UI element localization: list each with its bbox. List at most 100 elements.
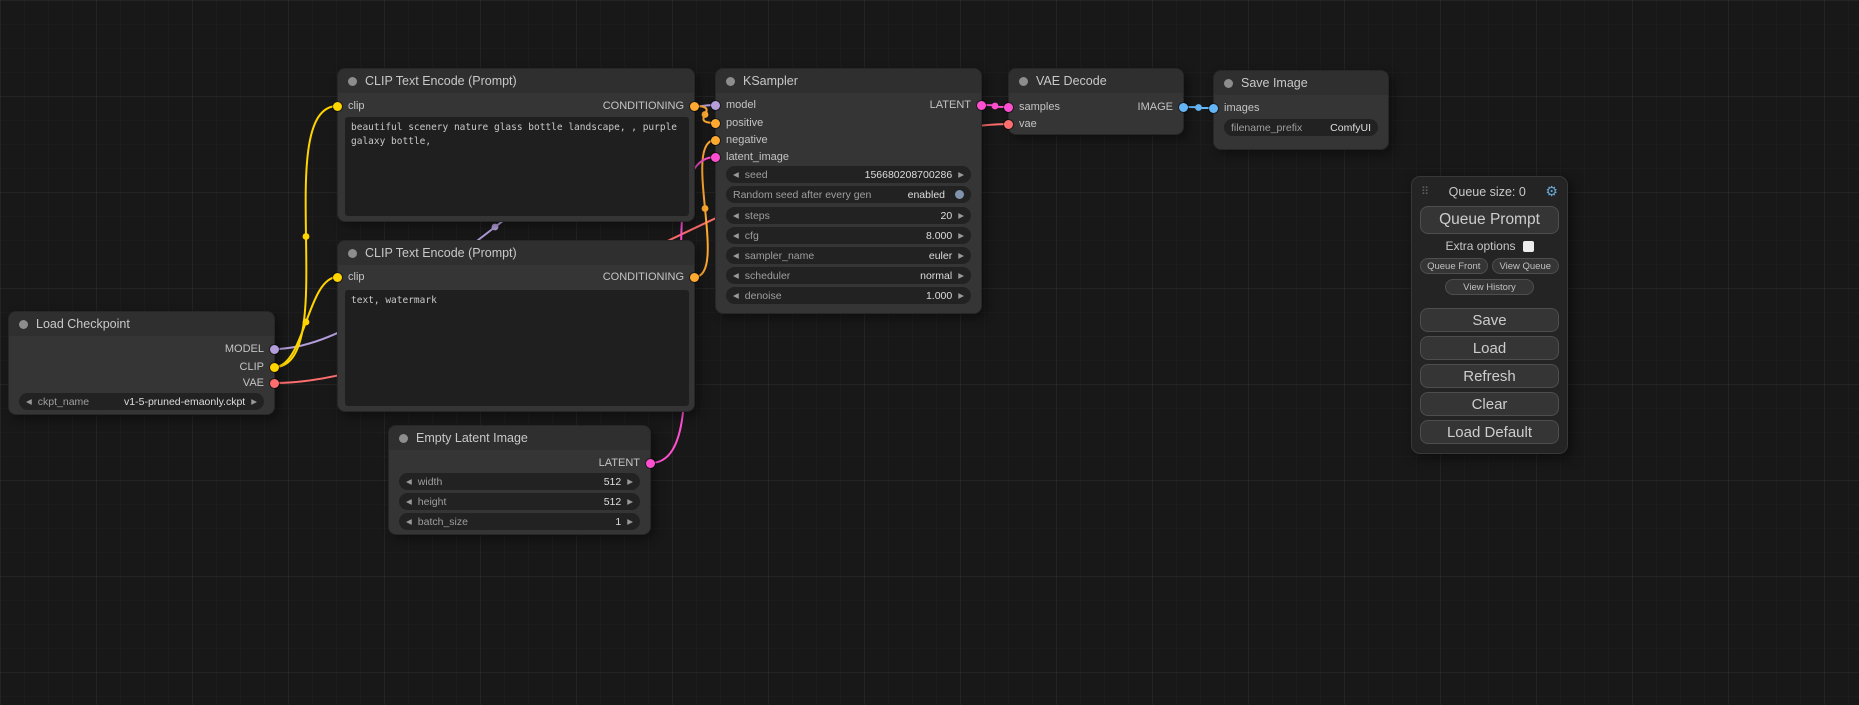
view-queue-button[interactable]: View Queue <box>1492 258 1560 274</box>
vae-input-port[interactable] <box>1004 120 1013 129</box>
increment-arrow-icon[interactable]: ▶ <box>958 251 964 260</box>
widget-value: 20 <box>941 210 953 222</box>
view-history-button[interactable]: View History <box>1445 279 1534 295</box>
decrement-arrow-icon[interactable]: ◀ <box>733 291 739 300</box>
output-port-row: MODEL <box>225 341 279 357</box>
output-port-row: IMAGE <box>1138 99 1188 115</box>
clip-output-port[interactable] <box>270 363 279 372</box>
increment-arrow-icon[interactable]: ▶ <box>627 477 633 486</box>
clear-button[interactable]: Clear <box>1420 392 1559 416</box>
increment-arrow-icon[interactable]: ▶ <box>958 231 964 240</box>
node-graph-canvas[interactable]: Load Checkpoint MODEL CLIP VAE ◀ ckpt_na… <box>0 0 1859 705</box>
refresh-button[interactable]: Refresh <box>1420 364 1559 388</box>
increment-arrow-icon[interactable]: ▶ <box>251 397 257 406</box>
node-clip-text-encode-positive[interactable]: CLIP Text Encode (Prompt) clip CONDITION… <box>337 68 695 222</box>
node-title-bar[interactable]: VAE Decode <box>1009 69 1183 93</box>
image-output-port[interactable] <box>1179 103 1188 112</box>
ckpt-name-widget[interactable]: ◀ ckpt_name v1-5-pruned-emaonly.ckpt ▶ <box>19 393 264 410</box>
collapse-dot-icon[interactable] <box>399 434 408 443</box>
collapse-dot-icon[interactable] <box>348 77 357 86</box>
random-seed-widget[interactable]: Random seed after every gen enabled <box>726 186 971 203</box>
queue-size-label: Queue size: 0 <box>1449 185 1526 199</box>
increment-arrow-icon[interactable]: ▶ <box>627 497 633 506</box>
node-title-bar[interactable]: CLIP Text Encode (Prompt) <box>338 241 694 265</box>
seed-widget[interactable]: ◀ seed 156680208700286 ▶ <box>726 166 971 183</box>
widget-label: cfg <box>745 230 759 242</box>
widget-value: 512 <box>604 496 622 508</box>
decrement-arrow-icon[interactable]: ◀ <box>733 170 739 179</box>
settings-gear-icon[interactable]: ⚙ <box>1545 183 1558 200</box>
load-button[interactable]: Load <box>1420 336 1559 360</box>
node-save-image[interactable]: Save Image images filename_prefix ComfyU… <box>1213 70 1389 150</box>
increment-arrow-icon[interactable]: ▶ <box>627 517 633 526</box>
decrement-arrow-icon[interactable]: ◀ <box>733 251 739 260</box>
node-ksampler[interactable]: KSampler model positive negative latent_… <box>715 68 982 314</box>
widget-label: ckpt_name <box>38 396 89 408</box>
conditioning-output-port[interactable] <box>690 273 699 282</box>
load-default-button[interactable]: Load Default <box>1420 420 1559 444</box>
node-title-bar[interactable]: Save Image <box>1214 71 1388 95</box>
sampler-name-widget[interactable]: ◀ sampler_name euler ▶ <box>726 247 971 264</box>
negative-input-port[interactable] <box>711 136 720 145</box>
node-title-bar[interactable]: Empty Latent Image <box>389 426 650 450</box>
decrement-arrow-icon[interactable]: ◀ <box>733 231 739 240</box>
width-widget[interactable]: ◀ width 512 ▶ <box>399 473 640 490</box>
steps-widget[interactable]: ◀ steps 20 ▶ <box>726 207 971 224</box>
decrement-arrow-icon[interactable]: ◀ <box>26 397 32 406</box>
increment-arrow-icon[interactable]: ▶ <box>958 211 964 220</box>
increment-arrow-icon[interactable]: ▶ <box>958 170 964 179</box>
decrement-arrow-icon[interactable]: ◀ <box>733 271 739 280</box>
decrement-arrow-icon[interactable]: ◀ <box>406 517 412 526</box>
collapse-dot-icon[interactable] <box>348 249 357 258</box>
node-title-bar[interactable]: Load Checkpoint <box>9 312 274 336</box>
filename-prefix-widget[interactable]: filename_prefix ComfyUI <box>1224 119 1378 136</box>
node-empty-latent-image[interactable]: Empty Latent Image LATENT ◀ width 512 ▶ … <box>388 425 651 535</box>
node-vae-decode[interactable]: VAE Decode samples vae IMAGE <box>1008 68 1184 135</box>
collapse-dot-icon[interactable] <box>726 77 735 86</box>
conditioning-output-port[interactable] <box>690 102 699 111</box>
decrement-arrow-icon[interactable]: ◀ <box>406 477 412 486</box>
increment-arrow-icon[interactable]: ▶ <box>958 291 964 300</box>
cfg-widget[interactable]: ◀ cfg 8.000 ▶ <box>726 227 971 244</box>
node-load-checkpoint[interactable]: Load Checkpoint MODEL CLIP VAE ◀ ckpt_na… <box>8 311 275 415</box>
widget-value: euler <box>929 250 952 262</box>
toggle-dot-icon[interactable] <box>955 190 964 199</box>
latent-output-port[interactable] <box>646 459 655 468</box>
clip-input-port[interactable] <box>333 102 342 111</box>
node-title: KSampler <box>743 74 798 88</box>
collapse-dot-icon[interactable] <box>1224 79 1233 88</box>
latent-output-port[interactable] <box>977 101 986 110</box>
images-input-port[interactable] <box>1209 104 1218 113</box>
clip-input-port[interactable] <box>333 273 342 282</box>
extra-options-checkbox[interactable] <box>1523 241 1534 252</box>
save-button[interactable]: Save <box>1420 308 1559 332</box>
node-title-bar[interactable]: CLIP Text Encode (Prompt) <box>338 69 694 93</box>
latent-image-input-port[interactable] <box>711 153 720 162</box>
height-widget[interactable]: ◀ height 512 ▶ <box>399 493 640 510</box>
port-label: LATENT <box>599 457 640 469</box>
batch-size-widget[interactable]: ◀ batch_size 1 ▶ <box>399 513 640 530</box>
output-port-row: VAE <box>243 375 279 391</box>
queue-front-button[interactable]: Queue Front <box>1420 258 1488 274</box>
negative-prompt-textarea[interactable]: text, watermark <box>345 290 689 406</box>
positive-input-port[interactable] <box>711 119 720 128</box>
vae-output-port[interactable] <box>270 379 279 388</box>
node-title: VAE Decode <box>1036 74 1107 88</box>
increment-arrow-icon[interactable]: ▶ <box>958 271 964 280</box>
drag-handle[interactable]: ⠿ <box>1421 185 1429 198</box>
model-input-port[interactable] <box>711 101 720 110</box>
decrement-arrow-icon[interactable]: ◀ <box>406 497 412 506</box>
node-clip-text-encode-negative[interactable]: CLIP Text Encode (Prompt) clip CONDITION… <box>337 240 695 412</box>
input-port-row: model <box>711 97 756 113</box>
node-title: CLIP Text Encode (Prompt) <box>365 74 517 88</box>
queue-prompt-button[interactable]: Queue Prompt <box>1420 206 1559 234</box>
positive-prompt-textarea[interactable]: beautiful scenery nature glass bottle la… <box>345 117 689 216</box>
collapse-dot-icon[interactable] <box>19 320 28 329</box>
decrement-arrow-icon[interactable]: ◀ <box>733 211 739 220</box>
samples-input-port[interactable] <box>1004 103 1013 112</box>
collapse-dot-icon[interactable] <box>1019 77 1028 86</box>
model-output-port[interactable] <box>270 345 279 354</box>
scheduler-widget[interactable]: ◀ scheduler normal ▶ <box>726 267 971 284</box>
node-title-bar[interactable]: KSampler <box>716 69 981 93</box>
denoise-widget[interactable]: ◀ denoise 1.000 ▶ <box>726 287 971 304</box>
